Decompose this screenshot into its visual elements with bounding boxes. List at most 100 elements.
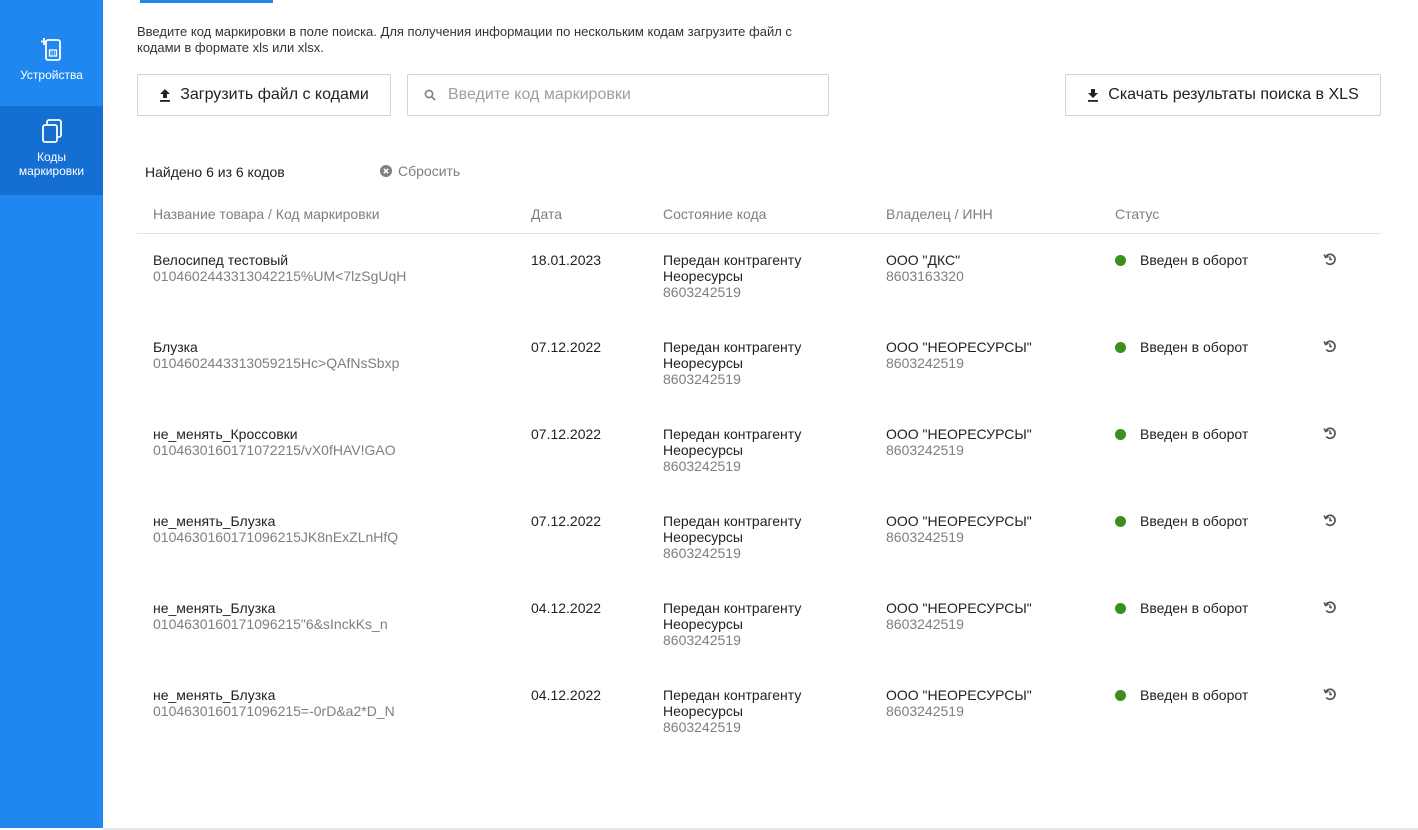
product-name: Блузка [153, 339, 198, 355]
history-icon [1323, 688, 1336, 701]
status-text: Введен в оборот [1140, 252, 1249, 268]
status-text: Введен в оборот [1140, 513, 1249, 529]
search-box [407, 74, 829, 116]
device-plus-icon [40, 38, 61, 61]
table-row: Велосипед тестовый 0104602443313042215%U… [137, 234, 1381, 321]
state-org: Неоресурсы [663, 703, 743, 719]
state-inn: 8603242519 [663, 371, 741, 387]
status-cell: Введен в оборот [1115, 339, 1248, 355]
history-button[interactable] [1323, 339, 1337, 356]
state-org: Неоресурсы [663, 355, 743, 371]
reset-button[interactable]: Сбросить [380, 163, 460, 179]
marking-code: 0104630160171096215JK8nExZLnHfQ [153, 529, 399, 545]
history-icon [1323, 601, 1336, 614]
owner-cell: ООО "НЕОРЕСУРСЫ" 8603242519 [886, 426, 1032, 458]
owner-cell: ООО "ДКС" 8603163320 [886, 252, 964, 284]
sidebar: Устройства Коды маркировки [0, 0, 103, 828]
owner-name: ООО "НЕОРЕСУРСЫ" [886, 513, 1032, 529]
sidebar-item-codes[interactable]: Коды маркировки [0, 106, 103, 195]
status-text: Введен в оборот [1140, 600, 1249, 616]
state-org: Неоресурсы [663, 529, 743, 545]
state-inn: 8603242519 [663, 284, 741, 300]
owner-cell: ООО "НЕОРЕСУРСЫ" 8603242519 [886, 339, 1032, 371]
upload-icon [160, 89, 171, 102]
state-text: Передан контрагенту [663, 513, 802, 529]
history-button[interactable] [1323, 252, 1337, 269]
upload-file-button[interactable]: Загрузить файл с кодами [137, 74, 391, 116]
owner-inn: 8603163320 [886, 268, 964, 284]
status-dot-icon [1115, 342, 1126, 353]
date-cell: 07.12.2022 [531, 513, 602, 529]
owner-cell: ООО "НЕОРЕСУРСЫ" 8603242519 [886, 687, 1032, 719]
state-text: Передан контрагенту [663, 600, 802, 616]
product-cell: не_менять_Блузка 0104630160171096215"6&s… [153, 600, 388, 632]
column-header-status: Статус [1115, 206, 1160, 222]
owner-name: ООО "ДКС" [886, 252, 961, 268]
intro-text: Введите код маркировки в поле поиска. Дл… [137, 24, 792, 55]
status-cell: Введен в оборот [1115, 600, 1248, 616]
marking-code: 0104630160171072215/vX0fHAV!GAO [153, 442, 396, 458]
status-cell: Введен в оборот [1115, 687, 1248, 703]
history-button[interactable] [1323, 687, 1337, 704]
download-xls-button[interactable]: Скачать результаты поиска в XLS [1065, 74, 1381, 116]
owner-name: ООО "НЕОРЕСУРСЫ" [886, 339, 1032, 355]
status-cell: Введен в оборот [1115, 513, 1248, 529]
state-inn: 8603242519 [663, 632, 741, 648]
active-tab-indicator [140, 0, 273, 3]
status-text: Введен в оборот [1140, 426, 1249, 442]
product-cell: не_менять_Блузка 0104630160171096215JK8n… [153, 513, 398, 545]
history-icon [1323, 253, 1336, 266]
marking-code: 0104602443313042215%UM<7lzSgUqH [153, 268, 407, 284]
owner-inn: 8603242519 [886, 442, 964, 458]
table-row: не_менять_Блузка 0104630160171096215=-0r… [137, 669, 1381, 756]
product-name: не_менять_Блузка [153, 513, 276, 529]
history-icon [1323, 340, 1336, 353]
sidebar-item-label: Коды маркировки [18, 150, 85, 178]
history-button[interactable] [1323, 426, 1337, 443]
codes-copy-icon [41, 119, 62, 143]
history-button[interactable] [1323, 600, 1337, 617]
status-dot-icon [1115, 255, 1126, 266]
download-icon [1088, 89, 1099, 102]
owner-inn: 8603242519 [886, 355, 964, 371]
status-dot-icon [1115, 516, 1126, 527]
column-header-name: Название товара / Код маркировки [153, 206, 380, 222]
table-row: не_менять_Блузка 0104630160171096215"6&s… [137, 582, 1381, 669]
owner-inn: 8603242519 [886, 529, 964, 545]
history-icon [1323, 514, 1336, 527]
column-header-date: Дата [531, 206, 563, 222]
date-cell: 04.12.2022 [531, 600, 602, 616]
state-text: Передан контрагенту [663, 687, 802, 703]
state-inn: 8603242519 [663, 545, 741, 561]
product-cell: не_менять_Кроссовки 0104630160171072215/… [153, 426, 396, 458]
marking-code: 0104630160171096215"6&sInckKs_n [153, 616, 388, 632]
product-name: не_менять_Блузка [153, 687, 276, 703]
download-xls-label: Скачать результаты поиска в XLS [1108, 86, 1359, 103]
status-dot-icon [1115, 690, 1126, 701]
state-cell: Передан контрагенту Неоресурсы 860324251… [663, 600, 801, 648]
upload-file-label: Загрузить файл с кодами [180, 86, 369, 103]
state-cell: Передан контрагенту Неоресурсы 860324251… [663, 339, 801, 387]
sidebar-item-devices[interactable]: Устройства [0, 36, 103, 96]
status-cell: Введен в оборот [1115, 252, 1248, 268]
product-cell: не_менять_Блузка 0104630160171096215=-0r… [153, 687, 395, 719]
history-icon [1323, 427, 1336, 440]
state-cell: Передан контрагенту Неоресурсы 860324251… [663, 426, 801, 474]
product-name: Велосипед тестовый [153, 252, 289, 268]
column-header-state: Состояние кода [663, 206, 767, 222]
search-input[interactable] [446, 85, 820, 105]
table-header: Название товара / Код маркировки Дата Со… [137, 200, 1381, 234]
date-cell: 07.12.2022 [531, 426, 602, 442]
state-text: Передан контрагенту [663, 426, 802, 442]
state-cell: Передан контрагенту Неоресурсы 860324251… [663, 513, 801, 561]
history-button[interactable] [1323, 513, 1337, 530]
results-count: Найдено 6 из 6 кодов [145, 164, 285, 180]
product-name: не_менять_Кроссовки [153, 426, 298, 442]
search-icon [424, 89, 436, 101]
product-cell: Велосипед тестовый 0104602443313042215%U… [153, 252, 406, 284]
status-dot-icon [1115, 429, 1126, 440]
column-header-owner: Владелец / ИНН [886, 206, 993, 222]
state-org: Неоресурсы [663, 268, 743, 284]
product-cell: Блузка 0104602443313059215Hc>QAfNsSbxp [153, 339, 399, 371]
state-inn: 8603242519 [663, 719, 741, 735]
